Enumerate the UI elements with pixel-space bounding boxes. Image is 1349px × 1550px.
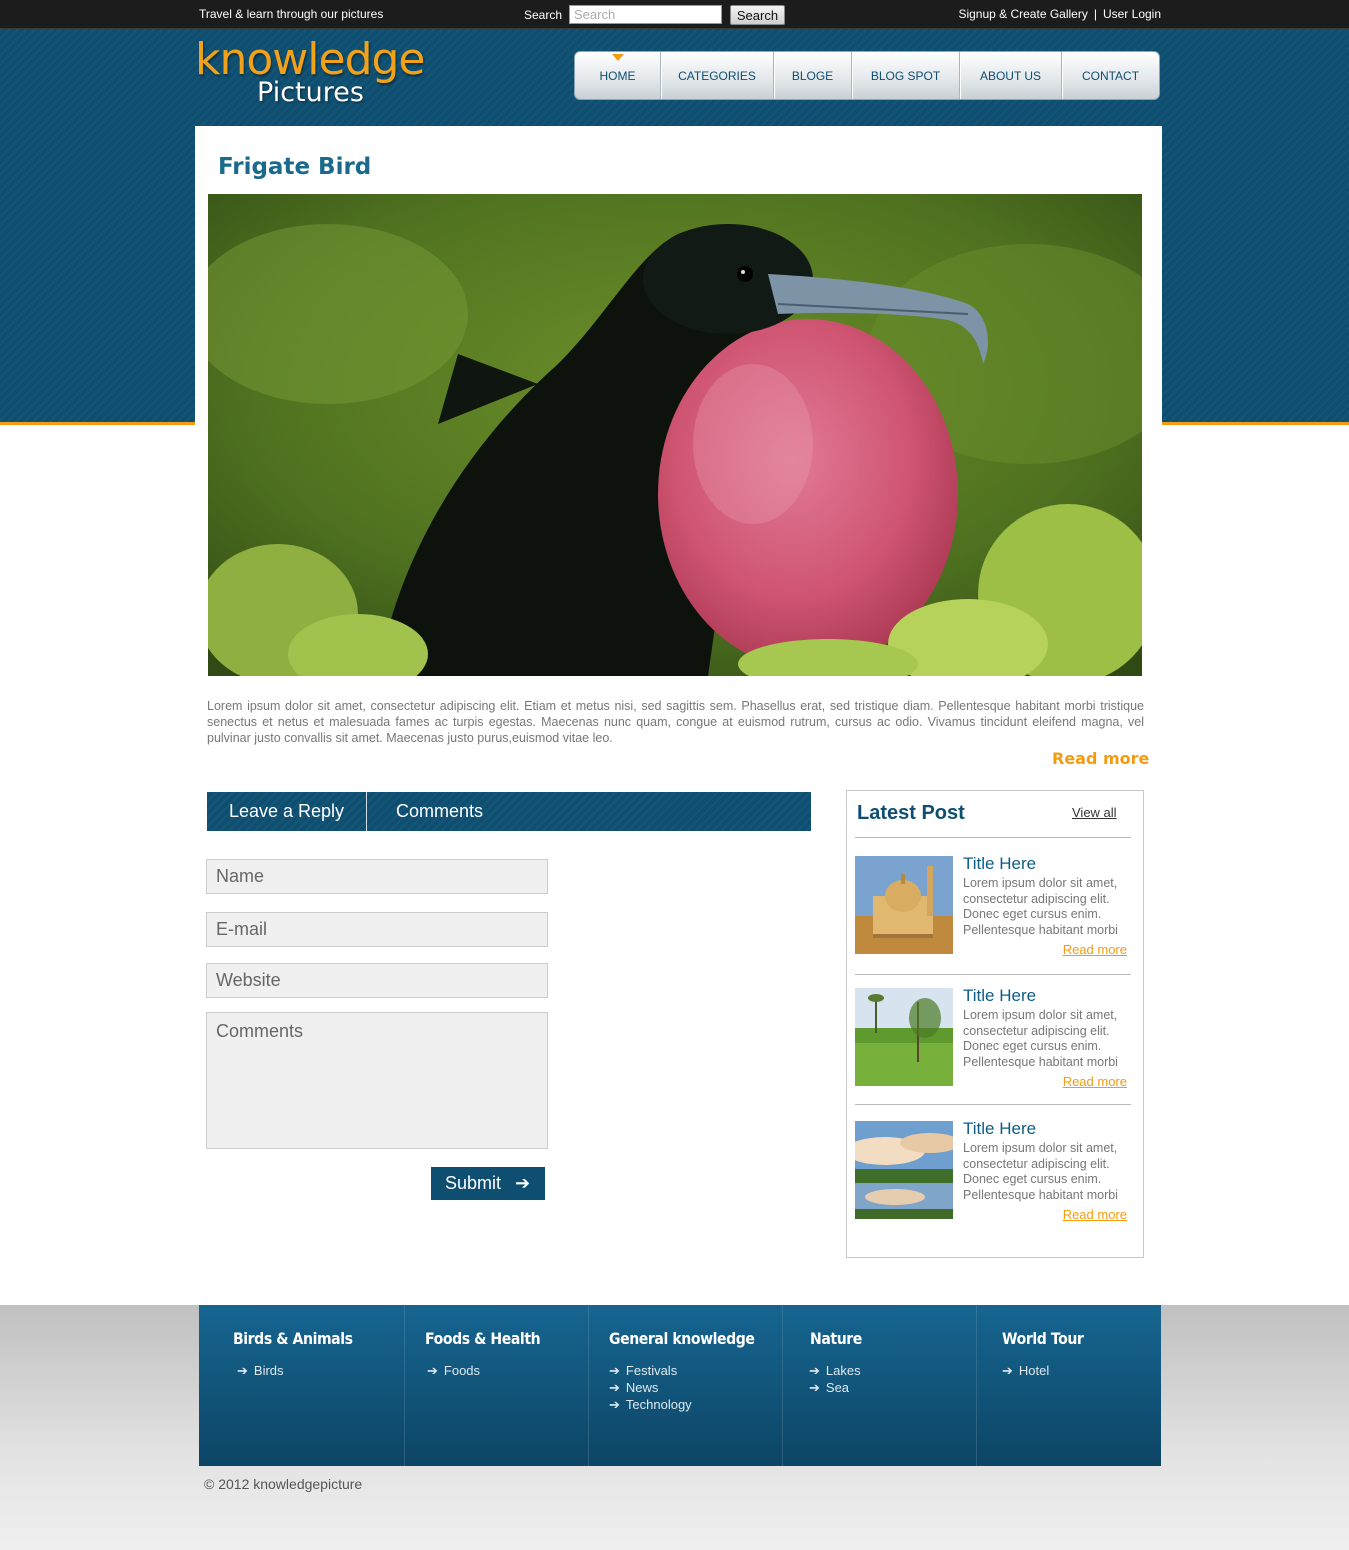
post-read-more-link[interactable]: Read more xyxy=(1063,942,1127,957)
footer-column: Foods & Health ➔ Foods xyxy=(405,1305,589,1466)
nav-about-us-label: ABOUT US xyxy=(979,68,1042,83)
divider xyxy=(855,974,1131,975)
footer-column: World Tour ➔ Hotel xyxy=(977,1305,1161,1466)
nav-blog-spot[interactable]: BLOG SPOT xyxy=(852,52,960,99)
article-body: Lorem ipsum dolor sit amet, consectetur … xyxy=(207,699,1144,745)
arrow-right-icon: ➔ xyxy=(427,1363,438,1378)
footer-link-label: Technology xyxy=(625,1397,692,1412)
submit-label: Submit xyxy=(445,1173,502,1193)
tagline: Travel & learn through our pictures xyxy=(199,7,384,21)
top-bar: Travel & learn through our pictures Sear… xyxy=(0,0,1349,29)
arrow-right-icon: ➔ xyxy=(609,1363,620,1378)
active-indicator-icon xyxy=(611,54,624,61)
footer-link[interactable]: ➔ Birds xyxy=(237,1362,284,1379)
post-title[interactable]: Title Here xyxy=(963,1119,1036,1139)
search-input[interactable] xyxy=(569,5,722,24)
nav-bloge-label: BLOGE xyxy=(791,68,834,83)
arrow-right-icon: ➔ xyxy=(609,1380,620,1395)
footer-heading: Nature xyxy=(810,1329,862,1348)
site-logo[interactable]: knowledge Pictures xyxy=(195,35,425,108)
main-nav: HOME CATEGORIES BLOGE BLOG SPOT ABOUT US… xyxy=(574,51,1160,100)
reply-tabs: Leave a Reply Comments xyxy=(207,792,811,831)
user-links: Signup & Create Gallery | User Login xyxy=(958,7,1161,21)
footer-link[interactable]: ➔ News xyxy=(609,1379,692,1396)
nav-categories-label: CATEGORIES xyxy=(678,68,756,83)
field-thumbnail[interactable] xyxy=(855,988,953,1086)
footer-link-list: ➔ Foods xyxy=(427,1362,480,1379)
footer-link-label: Lakes xyxy=(825,1363,861,1378)
footer-link-list: ➔ Festivals ➔ News ➔ Technology xyxy=(609,1362,692,1413)
footer-column: General knowledge ➔ Festivals ➔ News ➔ Tech… xyxy=(589,1305,783,1466)
website-field[interactable] xyxy=(206,963,548,998)
tab-leave-reply[interactable]: Leave a Reply xyxy=(207,792,367,831)
search-button[interactable]: Search xyxy=(730,5,785,25)
post-excerpt: Lorem ipsum dolor sit amet, consectetur … xyxy=(963,876,1118,937)
post-excerpt: Lorem ipsum dolor sit amet, consectetur … xyxy=(963,1008,1118,1069)
user-login-link[interactable]: User Login xyxy=(1103,7,1161,21)
footer-link-label: Hotel xyxy=(1018,1363,1050,1378)
email-field[interactable] xyxy=(206,912,548,947)
footer-link-label: Birds xyxy=(253,1363,284,1378)
arrow-right-icon: ➔ xyxy=(237,1363,248,1378)
divider xyxy=(855,837,1131,838)
footer-link-label: Foods xyxy=(443,1363,481,1378)
post-read-more-link[interactable]: Read more xyxy=(1063,1074,1127,1089)
arrow-right-icon: ➔ xyxy=(1002,1363,1013,1378)
submit-button[interactable]: Submit ➔ xyxy=(431,1167,545,1200)
signup-link[interactable]: Signup & Create Gallery xyxy=(958,7,1087,21)
footer-column: Birds & Animals ➔ Birds xyxy=(199,1305,405,1466)
footer-column: Nature ➔ Lakes ➔ Sea xyxy=(783,1305,977,1466)
arrow-right-icon: ➔ xyxy=(515,1173,531,1193)
nav-bloge[interactable]: BLOGE xyxy=(774,52,852,99)
nav-blog-spot-label: BLOG SPOT xyxy=(870,68,941,83)
arrow-right-icon: ➔ xyxy=(809,1380,820,1395)
footer-heading: Foods & Health xyxy=(425,1329,541,1348)
copyright: © 2012 knowledgepicture xyxy=(204,1476,363,1492)
footer-link[interactable]: ➔ Sea xyxy=(809,1379,861,1396)
nav-home[interactable]: HOME xyxy=(575,52,661,99)
comments-field[interactable] xyxy=(206,1012,548,1149)
post-title[interactable]: Title Here xyxy=(963,986,1036,1006)
nav-categories[interactable]: CATEGORIES xyxy=(661,52,774,99)
post-read-more-link[interactable]: Read more xyxy=(1063,1207,1127,1222)
footer-link-label: News xyxy=(625,1380,659,1395)
post-title[interactable]: Title Here xyxy=(963,854,1036,874)
arrow-right-icon: ➔ xyxy=(609,1397,620,1412)
post-excerpt: Lorem ipsum dolor sit amet, consectetur … xyxy=(963,1141,1118,1202)
nav-contact-label: CONTACT xyxy=(1081,68,1140,83)
tab-comments[interactable]: Comments xyxy=(367,792,483,831)
article-read-more-link[interactable]: Read more xyxy=(1052,749,1149,768)
footer-link[interactable]: ➔ Foods xyxy=(427,1362,480,1379)
footer-link-label: Sea xyxy=(825,1380,850,1395)
nav-contact[interactable]: CONTACT xyxy=(1062,52,1159,99)
link-separator: | xyxy=(1093,7,1097,21)
footer-heading: Birds & Animals xyxy=(233,1329,353,1348)
footer-link[interactable]: ➔ Lakes xyxy=(809,1362,861,1379)
footer-link-list: ➔ Birds xyxy=(237,1362,284,1379)
footer-link-label: Festivals xyxy=(625,1363,678,1378)
footer-link[interactable]: ➔ Technology xyxy=(609,1396,692,1413)
footer-link[interactable]: ➔ Festivals xyxy=(609,1362,692,1379)
footer-link-list: ➔ Lakes ➔ Sea xyxy=(809,1362,861,1396)
sidebar-title: Latest Post xyxy=(857,802,965,824)
lake-thumbnail[interactable] xyxy=(855,1121,953,1219)
mosque-thumbnail[interactable] xyxy=(855,856,953,954)
nav-about-us[interactable]: ABOUT US xyxy=(960,52,1062,99)
nav-home-label: HOME xyxy=(599,68,636,83)
frigate-bird-photo xyxy=(208,194,1142,676)
search-label: Search xyxy=(524,8,563,22)
divider xyxy=(855,1104,1131,1105)
logo-line-2: Pictures xyxy=(257,77,364,108)
footer-categories: Birds & Animals ➔ Birds Foods & Health ➔ F… xyxy=(199,1305,1161,1466)
footer-link[interactable]: ➔ Hotel xyxy=(1002,1362,1049,1379)
footer-link-list: ➔ Hotel xyxy=(1002,1362,1049,1379)
view-all-link[interactable]: View all xyxy=(1072,805,1117,820)
footer-heading: General knowledge xyxy=(609,1329,755,1348)
article-title: Frigate Bird xyxy=(218,154,372,180)
name-field[interactable] xyxy=(206,859,548,894)
footer-heading: World Tour xyxy=(1002,1329,1084,1348)
arrow-right-icon: ➔ xyxy=(809,1363,820,1378)
latest-post-sidebar: Latest Post View all Title Here Lorem ip… xyxy=(846,790,1144,1258)
